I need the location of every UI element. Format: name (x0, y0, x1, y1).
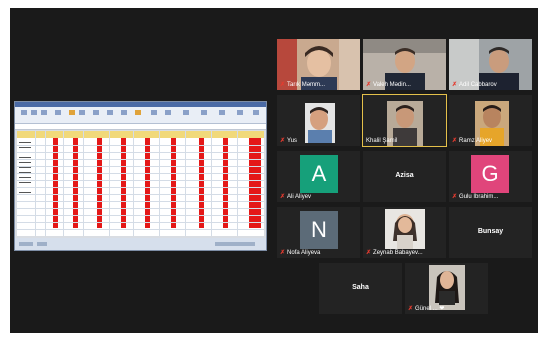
participant-name: ✗ Adil Cabbarov (452, 81, 497, 89)
participant-tile[interactable]: G ✗ Gulu Ibrahim... (449, 151, 532, 202)
participant-name: ✗ Tarık Məmm... (280, 81, 326, 89)
avatar: N (300, 211, 338, 249)
shared-screen[interactable] (14, 101, 267, 251)
participant-tile[interactable]: ✗ Yus (277, 95, 360, 146)
participant-tile[interactable]: ✗ Tarık Məmm... (277, 39, 360, 90)
participant-tile[interactable]: Saha (319, 263, 402, 314)
spreadsheet-grid[interactable] (17, 131, 264, 236)
participant-name-large: Azisa (395, 172, 414, 179)
participant-name: ✗ Zeynab Babayev... (366, 249, 423, 257)
participant-tile-active-speaker[interactable]: Khalil Şamil (362, 94, 447, 147)
participant-name-large: Saha (352, 284, 369, 291)
participant-name: Khalil Şamil (366, 138, 398, 144)
spreadsheet-ribbon (15, 107, 266, 124)
mic-muted-icon: ✗ (408, 306, 414, 312)
formula-bar[interactable] (15, 124, 266, 130)
participant-name: ✗ Günel ... ❤ (408, 306, 445, 312)
participant-tile[interactable]: ✗ Ramz Aliyev (449, 95, 532, 146)
participant-name: ✗ Ali Aliyev (280, 193, 312, 201)
avatar: A (300, 155, 338, 193)
participant-tile[interactable]: ✗ Zeynab Babayev... (363, 207, 446, 258)
mic-muted-icon: ✗ (280, 82, 286, 88)
mic-muted-icon: ✗ (280, 138, 286, 144)
mic-muted-icon: ✗ (452, 138, 458, 144)
participant-tile[interactable]: ✗ Adil Cabbarov (449, 39, 532, 90)
participant-tile[interactable]: Azisa (363, 151, 446, 202)
mic-muted-icon: ✗ (366, 82, 372, 88)
participant-tile[interactable]: N ✗ Nofa Aliyeva (277, 207, 360, 258)
name-column (17, 138, 35, 198)
participant-tile[interactable]: ✗ Valeh Mədin... (363, 39, 446, 90)
participant-tile[interactable]: ✗ Günel ... ❤ (405, 263, 488, 314)
participant-name: ✗ Yus (280, 137, 298, 145)
header-row (17, 131, 264, 138)
avatar: G (471, 155, 509, 193)
participant-name: ✗ Valeh Mədin... (366, 81, 411, 89)
mic-muted-icon: ✗ (452, 194, 458, 200)
participant-tile[interactable]: Bunsay (449, 207, 532, 258)
mic-muted-icon: ✗ (452, 82, 458, 88)
mic-muted-icon: ✗ (280, 194, 286, 200)
participant-name: ✗ Ramz Aliyev (452, 137, 493, 145)
participant-name: ✗ Gulu Ibrahim... (452, 193, 499, 201)
mic-muted-icon: ✗ (366, 250, 372, 256)
spreadsheet-status-bar (15, 238, 266, 250)
participant-name: ✗ Nofa Aliyeva (280, 249, 321, 257)
mic-muted-icon: ✗ (280, 250, 286, 256)
participant-tile[interactable]: A ✗ Ali Aliyev (277, 151, 360, 202)
participant-name-large: Bunsay (477, 228, 504, 235)
